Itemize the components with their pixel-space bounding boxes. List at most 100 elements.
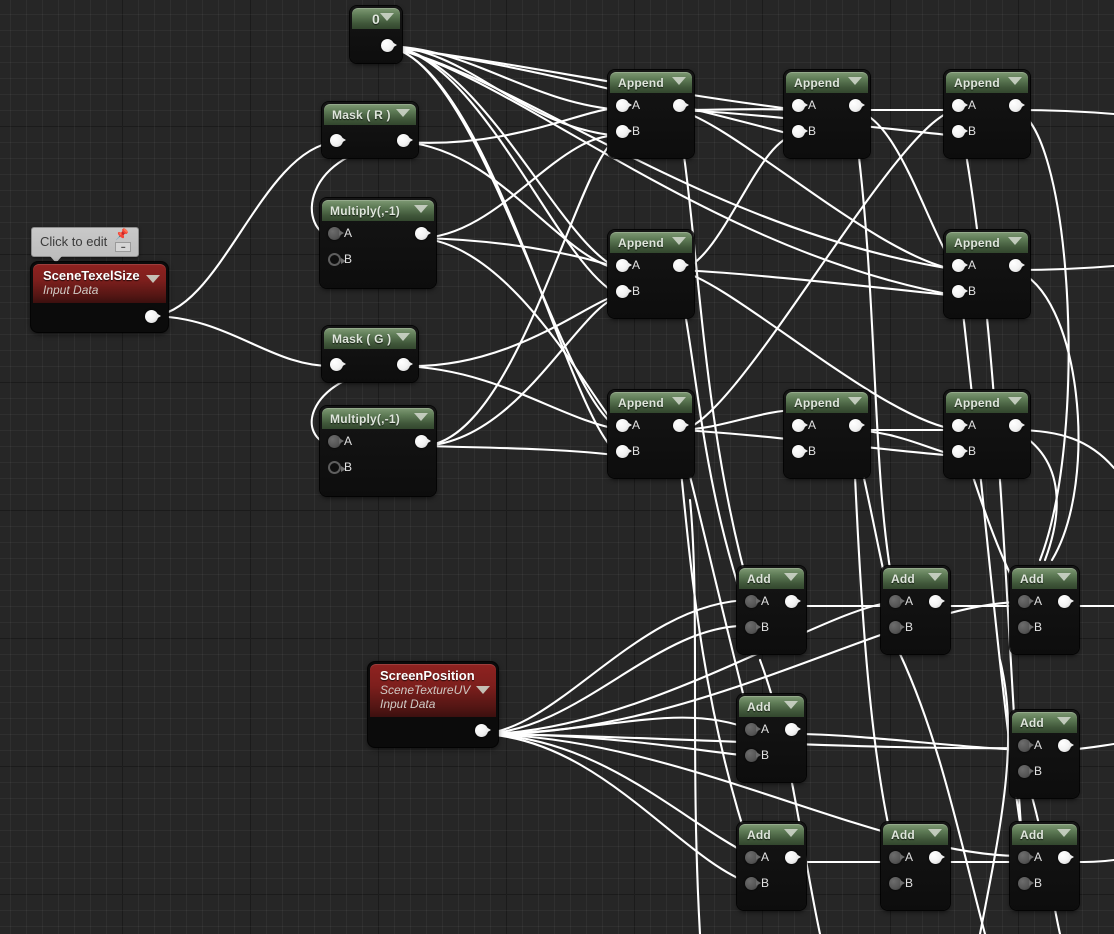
output-pin[interactable]: [397, 358, 410, 371]
output-pin[interactable]: [145, 310, 158, 323]
input-pin-a[interactable]: [1018, 595, 1031, 608]
chevron-down-icon[interactable]: [146, 275, 160, 283]
input-pin-a[interactable]: [889, 595, 902, 608]
node-add_r1c3[interactable]: AddAB: [1010, 566, 1079, 654]
input-pin-a[interactable]: [745, 723, 758, 736]
input-pin-b[interactable]: [616, 285, 629, 298]
chevron-down-icon[interactable]: [1057, 573, 1071, 581]
node-add_r2c3[interactable]: AddAB: [1010, 710, 1079, 798]
input-pin-a[interactable]: [952, 99, 965, 112]
input-pin-b[interactable]: [889, 877, 902, 890]
output-pin[interactable]: [929, 851, 942, 864]
input-pin-b[interactable]: [1018, 877, 1031, 890]
output-pin[interactable]: [785, 595, 798, 608]
chevron-down-icon[interactable]: [784, 573, 798, 581]
chevron-down-icon[interactable]: [672, 77, 686, 85]
output-pin[interactable]: [475, 724, 488, 737]
node-add_r3c3[interactable]: AddAB: [1010, 822, 1079, 910]
input-pin-b[interactable]: [745, 621, 758, 634]
input-pin-b[interactable]: [792, 125, 805, 138]
chevron-down-icon[interactable]: [396, 333, 410, 341]
node-app_r3c1[interactable]: AppendAB: [608, 390, 694, 478]
node-app_r1c3[interactable]: AppendAB: [944, 70, 1030, 158]
input-pin-b[interactable]: [1018, 621, 1031, 634]
chevron-down-icon[interactable]: [672, 397, 686, 405]
output-pin[interactable]: [381, 39, 394, 52]
node-app_r1c2[interactable]: AppendAB: [784, 70, 870, 158]
node-add_r3c1[interactable]: AddAB: [737, 822, 806, 910]
input-pin-a[interactable]: [616, 259, 629, 272]
input-pin-b[interactable]: [952, 445, 965, 458]
input-pin-a[interactable]: [328, 435, 341, 448]
node-maskR[interactable]: Mask ( R ): [322, 102, 418, 158]
chevron-down-icon[interactable]: [1057, 717, 1071, 725]
output-pin[interactable]: [785, 723, 798, 736]
output-pin[interactable]: [673, 99, 686, 112]
node-app_r3c2[interactable]: AppendAB: [784, 390, 870, 478]
chevron-down-icon[interactable]: [928, 829, 942, 837]
input-pin-a[interactable]: [745, 595, 758, 608]
input-pin-b[interactable]: [745, 749, 758, 762]
output-pin[interactable]: [1058, 851, 1071, 864]
node-app_r2c1[interactable]: AppendAB: [608, 230, 694, 318]
output-pin[interactable]: [1009, 419, 1022, 432]
chevron-down-icon[interactable]: [1008, 237, 1022, 245]
output-pin[interactable]: [673, 259, 686, 272]
node-app_r3c3[interactable]: AppendAB: [944, 390, 1030, 478]
input-pin-b[interactable]: [328, 253, 341, 266]
node-app_r2c3[interactable]: AppendAB: [944, 230, 1030, 318]
input-pin[interactable]: [330, 134, 343, 147]
input-pin-a[interactable]: [616, 419, 629, 432]
output-pin[interactable]: [849, 99, 862, 112]
node-mulTop[interactable]: Multiply(,-1)AB: [320, 198, 436, 288]
input-pin-b[interactable]: [328, 461, 341, 474]
output-pin[interactable]: [415, 227, 428, 240]
node-scene-texel-size[interactable]: SceneTexelSize Input Data: [31, 262, 168, 332]
chevron-down-icon[interactable]: [848, 397, 862, 405]
node-maskG[interactable]: Mask ( G ): [322, 326, 418, 382]
chevron-down-icon[interactable]: [1057, 829, 1071, 837]
chevron-down-icon[interactable]: [1008, 77, 1022, 85]
input-pin-a[interactable]: [792, 419, 805, 432]
node-add_r1c2[interactable]: AddAB: [881, 566, 950, 654]
node-add_r2c1[interactable]: AddAB: [737, 694, 806, 782]
chevron-down-icon[interactable]: [414, 413, 428, 421]
output-pin[interactable]: [397, 134, 410, 147]
node-const0[interactable]: 0: [350, 6, 402, 63]
input-pin-a[interactable]: [616, 99, 629, 112]
input-pin-b[interactable]: [745, 877, 758, 890]
output-pin[interactable]: [1058, 595, 1071, 608]
pushpin-icon[interactable]: 📌: [115, 230, 129, 241]
input-pin-b[interactable]: [1018, 765, 1031, 778]
input-pin-a[interactable]: [889, 851, 902, 864]
input-pin-b[interactable]: [616, 125, 629, 138]
node-mulBot[interactable]: Multiply(,-1)AB: [320, 406, 436, 496]
output-pin[interactable]: [1058, 739, 1071, 752]
chevron-down-icon[interactable]: [396, 109, 410, 117]
input-pin-a[interactable]: [745, 851, 758, 864]
input-pin-a[interactable]: [328, 227, 341, 240]
input-pin-b[interactable]: [889, 621, 902, 634]
chevron-down-icon[interactable]: [414, 205, 428, 213]
output-pin[interactable]: [673, 419, 686, 432]
input-pin-b[interactable]: [952, 285, 965, 298]
chevron-down-icon[interactable]: [380, 13, 394, 21]
node-screen-position[interactable]: ScreenPosition SceneTextureUV Input Data: [368, 662, 498, 747]
output-pin[interactable]: [849, 419, 862, 432]
input-pin-a[interactable]: [952, 419, 965, 432]
node-app_r1c1[interactable]: AppendAB: [608, 70, 694, 158]
chevron-down-icon[interactable]: [848, 77, 862, 85]
chevron-down-icon[interactable]: [784, 829, 798, 837]
input-pin-a[interactable]: [952, 259, 965, 272]
node-add_r3c2[interactable]: AddAB: [881, 822, 950, 910]
input-pin-a[interactable]: [1018, 851, 1031, 864]
input-pin[interactable]: [330, 358, 343, 371]
material-node-graph-canvas[interactable]: Click to edit 📌 ▬ SceneTexelSize Input D…: [0, 0, 1114, 934]
input-pin-b[interactable]: [952, 125, 965, 138]
output-pin[interactable]: [1009, 259, 1022, 272]
input-pin-b[interactable]: [792, 445, 805, 458]
chevron-down-icon[interactable]: [928, 573, 942, 581]
input-pin-a[interactable]: [792, 99, 805, 112]
chevron-down-icon[interactable]: [672, 237, 686, 245]
node-add_r1c1[interactable]: AddAB: [737, 566, 806, 654]
